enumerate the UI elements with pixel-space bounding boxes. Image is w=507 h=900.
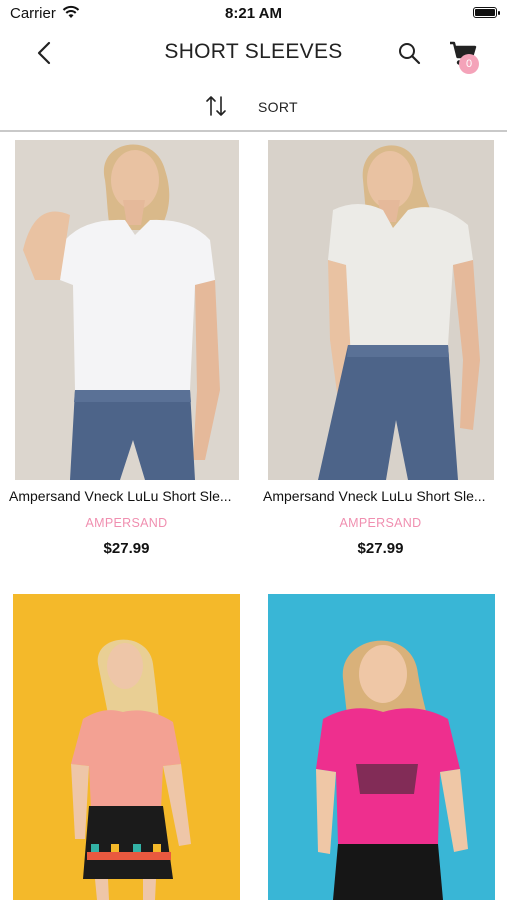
product-card[interactable]: Ampersand Vneck LuLu Short Sle... AMPERS… <box>0 132 253 587</box>
product-image[interactable] <box>15 140 239 480</box>
product-brand: AMPERSAND <box>339 516 422 530</box>
battery-icon <box>473 7 500 18</box>
product-card[interactable]: Ampersand Vneck LuLu Short Sle... AMPERS… <box>254 132 507 587</box>
product-name[interactable]: Ampersand Vneck LuLu Short Sle... <box>9 488 247 504</box>
product-card[interactable] <box>254 590 507 900</box>
clock: 8:21 AM <box>225 5 282 22</box>
product-brand: AMPERSAND <box>85 516 168 530</box>
product-name[interactable]: Ampersand Vneck LuLu Short Sle... <box>263 488 501 504</box>
sort-bar: SORT <box>0 82 507 130</box>
product-image[interactable] <box>268 594 495 900</box>
product-price: $27.99 <box>357 540 404 557</box>
status-bar: Carrier 8:21 AM <box>0 0 507 28</box>
sort-arrows-icon <box>206 96 226 116</box>
sort-button[interactable]: SORT <box>204 92 324 120</box>
cart-count-badge: 0 <box>459 54 479 74</box>
sort-label: SORT <box>258 99 298 115</box>
product-image[interactable] <box>13 594 240 900</box>
nav-bar: SHORT SLEEVES 0 <box>0 28 507 78</box>
page-title: SHORT SLEEVES <box>164 40 343 63</box>
product-image[interactable] <box>268 140 494 480</box>
product-price: $27.99 <box>103 540 150 557</box>
product-card[interactable] <box>0 590 253 900</box>
search-icon[interactable] <box>396 40 422 66</box>
